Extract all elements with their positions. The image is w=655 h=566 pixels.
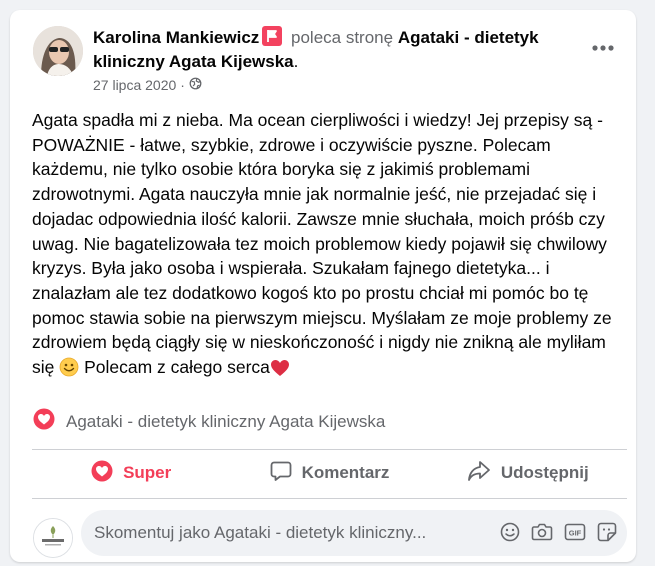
post-date[interactable]: 27 lipca 2020 (93, 77, 176, 93)
comment-button[interactable]: Komentarz (230, 455, 428, 491)
svg-text:GIF: GIF (569, 529, 582, 538)
camera-icon[interactable] (531, 522, 553, 547)
page-name-suffix: . (293, 52, 299, 71)
date-separator: · (180, 77, 185, 93)
share-label: Udostępnij (500, 463, 589, 482)
post-body-main: Agata spadła mi z nieba. Ma ocean cierpl… (32, 110, 612, 378)
recommend-flag-icon (262, 26, 283, 46)
comment-tools: GIF (500, 522, 617, 547)
recommends-text: poleca stronę (291, 28, 394, 47)
comment-label: Komentarz (301, 463, 390, 482)
page-avatar[interactable] (33, 518, 73, 558)
author-name[interactable]: Karolina Mankiewicz (93, 28, 259, 47)
comment-input[interactable]: Skomentuj jako Agataki - dietetyk klinic… (81, 510, 627, 556)
share-button[interactable]: Udostępnij (429, 455, 627, 491)
author-avatar[interactable] (33, 26, 83, 76)
page-tag-label[interactable]: Agataki - dietetyk kliniczny Agata Kijew… (66, 412, 385, 432)
divider-bottom (32, 498, 627, 499)
post-body-ending: Polecam z całego serca (79, 357, 270, 378)
divider-top (32, 449, 627, 450)
post-card: Karolina Mankiewicz poleca stronę Agatak… (10, 10, 636, 562)
share-icon (467, 460, 501, 487)
globe-icon[interactable] (189, 77, 202, 93)
super-button[interactable]: Super (32, 455, 230, 491)
comment-placeholder: Skomentuj jako Agataki - dietetyk klinic… (94, 523, 427, 542)
smiley-emoji (59, 357, 79, 384)
love-reaction-icon (33, 408, 55, 435)
more-options-icon[interactable] (588, 36, 618, 60)
red-heart-emoji (270, 359, 290, 384)
love-icon (91, 460, 123, 487)
gif-icon[interactable]: GIF (564, 522, 586, 547)
sticker-icon[interactable] (597, 522, 617, 547)
page-tag-row[interactable]: Agataki - dietetyk kliniczny Agata Kijew… (33, 408, 385, 435)
post-header: Karolina Mankiewicz poleca stronę Agatak… (93, 26, 583, 74)
post-meta: 27 lipca 2020 · (93, 77, 202, 93)
emoji-icon[interactable] (500, 522, 520, 547)
post-body: Agata spadła mi z nieba. Ma ocean cierpl… (32, 108, 627, 384)
comment-icon (270, 460, 302, 487)
super-label: Super (123, 463, 172, 482)
action-bar: Super Komentarz Udostępnij (32, 455, 627, 491)
